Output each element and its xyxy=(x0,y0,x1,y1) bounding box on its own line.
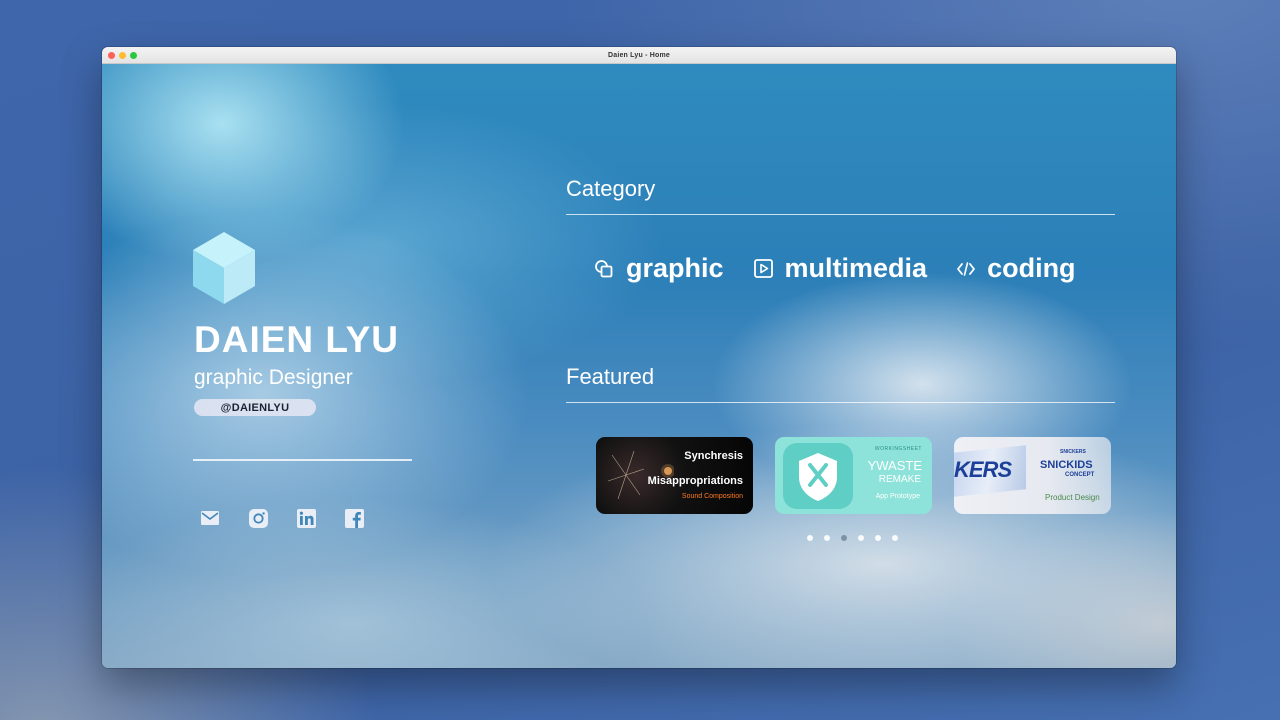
profile-name: DAIEN LYU xyxy=(194,319,400,360)
title-bar: Daien Lyu - Home xyxy=(102,47,1176,64)
profile-divider xyxy=(193,459,412,461)
category-coding-label: coding xyxy=(987,253,1076,283)
featured-divider xyxy=(566,402,1115,403)
category-list: graphic multimedia coding xyxy=(594,253,1076,284)
linkedin-icon xyxy=(296,508,316,528)
featured-heading: Featured xyxy=(566,364,655,389)
window-controls xyxy=(108,52,137,59)
profile-handle-badge[interactable]: @DAIENLYU xyxy=(194,399,316,416)
cube-logo-icon xyxy=(193,232,255,304)
carousel-dot[interactable] xyxy=(841,535,847,541)
card-brand-text: KERS xyxy=(954,457,1012,482)
page-content: DAIEN LYU graphic Designer @DAIENLYU Cat… xyxy=(102,64,1176,668)
card-title-line1: SNICKIDS xyxy=(1040,459,1093,471)
carousel-dot[interactable] xyxy=(875,535,881,541)
category-graphic-label: graphic xyxy=(626,253,724,283)
social-facebook-link[interactable] xyxy=(344,508,364,528)
shapes-icon xyxy=(595,259,613,277)
minimize-button[interactable] xyxy=(119,52,126,59)
carousel-dot[interactable] xyxy=(824,535,830,541)
code-icon xyxy=(957,261,975,276)
maximize-button[interactable] xyxy=(130,52,137,59)
featured-carousel: Synchresis Misappropriations Sound Compo… xyxy=(596,437,1111,514)
browser-window: Daien Lyu - Home DAIEN LYU graphic Desig… xyxy=(102,47,1176,668)
category-multimedia[interactable]: multimedia xyxy=(753,253,928,284)
mail-icon xyxy=(201,511,219,525)
category-divider xyxy=(566,214,1115,215)
card-title-line2: REMAKE xyxy=(878,474,921,485)
featured-card-snickids[interactable]: KERS SNICKERS SNICKIDS CONCEPT Product D… xyxy=(954,437,1111,514)
play-icon xyxy=(753,259,773,278)
category-coding[interactable]: coding xyxy=(957,253,1076,284)
category-multimedia-label: multimedia xyxy=(784,253,928,283)
card-title-line1: YWASTE xyxy=(867,458,922,473)
card-title-line2: CONCEPT xyxy=(1065,472,1095,478)
featured-card-synchresis[interactable]: Synchresis Misappropriations Sound Compo… xyxy=(596,437,753,514)
shield-icon xyxy=(799,453,837,501)
window-title: Daien Lyu - Home xyxy=(607,51,671,59)
card-subtitle: Sound Composition xyxy=(681,493,743,500)
category-heading: Category xyxy=(566,176,656,201)
close-button[interactable] xyxy=(108,52,115,59)
card-tag: SNICKERS xyxy=(1060,449,1086,455)
card-title-line1: Synchresis xyxy=(684,450,743,462)
social-linkedin-link[interactable] xyxy=(296,508,316,528)
app-icon-tile xyxy=(783,443,853,509)
social-instagram-link[interactable] xyxy=(248,508,268,528)
instagram-icon xyxy=(248,508,268,528)
carousel-dot[interactable] xyxy=(807,535,813,541)
facebook-icon xyxy=(344,508,364,528)
social-links xyxy=(200,508,364,528)
social-mail-link[interactable] xyxy=(200,508,220,528)
carousel-dot[interactable] xyxy=(858,535,864,541)
carousel-pagination xyxy=(807,535,898,541)
profile-role: graphic Designer xyxy=(194,366,353,389)
featured-card-ywaste[interactable]: WORKINGSHEET YWASTE REMAKE App Prototype xyxy=(775,437,932,514)
card-tag: WORKINGSHEET xyxy=(874,446,922,452)
category-graphic[interactable]: graphic xyxy=(594,253,724,284)
carousel-dot[interactable] xyxy=(892,535,898,541)
card-subtitle: App Prototype xyxy=(875,493,920,500)
card-title-line2: Misappropriations xyxy=(647,475,743,487)
card-subtitle: Product Design xyxy=(1045,493,1100,502)
